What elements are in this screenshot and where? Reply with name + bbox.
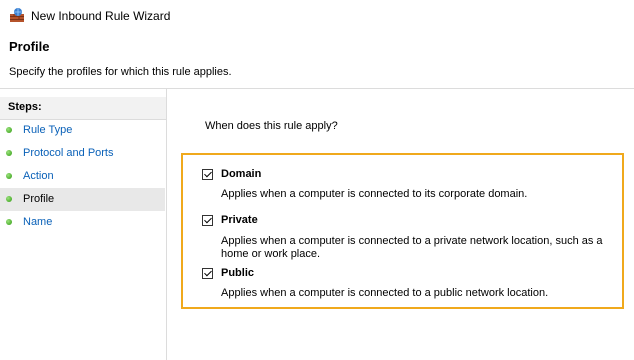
title-bar: New Inbound Rule Wizard <box>0 0 634 30</box>
domain-description: Applies when a computer is connected to … <box>221 188 528 200</box>
page-title: Profile <box>9 39 50 54</box>
public-label: Public <box>221 267 255 279</box>
sidebar-item-label: Name <box>23 216 53 228</box>
steps-header: Steps: <box>0 97 166 120</box>
steps-label: Steps: <box>8 101 42 113</box>
public-checkbox[interactable] <box>202 268 213 279</box>
sidebar-item-rule-type[interactable]: Rule Type <box>0 119 165 142</box>
sidebar-item-label: Rule Type <box>23 124 73 136</box>
sidebar-item-action[interactable]: Action <box>0 165 165 188</box>
step-complete-icon <box>6 150 12 156</box>
step-pending-icon <box>6 219 12 225</box>
sidebar-item-profile[interactable]: Profile <box>0 188 165 211</box>
wizard-header: Profile Specify the profiles for which t… <box>0 30 634 89</box>
domain-checkbox[interactable] <box>202 169 213 180</box>
step-current-icon <box>6 196 12 202</box>
domain-label: Domain <box>221 168 262 180</box>
private-checkbox[interactable] <box>202 215 213 226</box>
window-title: New Inbound Rule Wizard <box>31 9 171 23</box>
step-complete-icon <box>6 173 12 179</box>
sidebar-item-label: Action <box>23 170 54 182</box>
step-complete-icon <box>6 127 12 133</box>
wizard-content: When does this rule apply? Domain Applie… <box>167 89 634 360</box>
firewall-icon <box>9 7 25 23</box>
sidebar-item-name[interactable]: Name <box>0 211 165 234</box>
sidebar-item-label: Profile <box>23 193 55 205</box>
private-description: Applies when a computer is connected to … <box>221 235 603 260</box>
question-text: When does this rule apply? <box>205 120 338 132</box>
sidebar-item-protocol-and-ports[interactable]: Protocol and Ports <box>0 142 165 165</box>
public-description: Applies when a computer is connected to … <box>221 287 549 299</box>
private-label: Private <box>221 214 258 226</box>
page-subtitle: Specify the profiles for which this rule… <box>9 66 232 78</box>
steps-sidebar: Steps: Rule Type Protocol and Ports Acti… <box>0 89 167 360</box>
sidebar-item-label: Protocol and Ports <box>23 147 114 159</box>
